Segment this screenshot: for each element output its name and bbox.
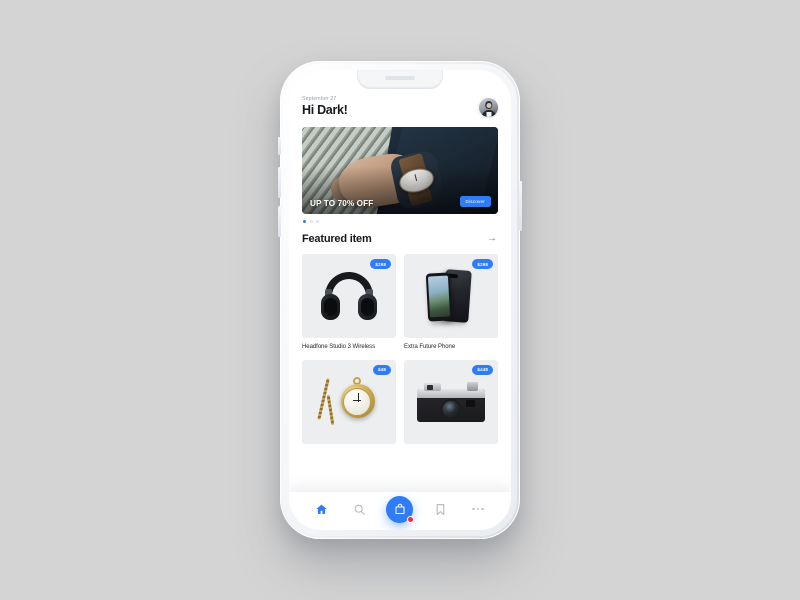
product-name: Headfone Studio 3 Wireless <box>302 344 376 351</box>
camera-lens-glass <box>445 402 457 414</box>
app-header: September 27 Hi Dark! <box>302 96 498 117</box>
pagination-dot-1[interactable] <box>303 220 306 224</box>
price-badge: $448 <box>472 364 493 375</box>
page-title: Featured item <box>302 233 372 246</box>
featured-grid: $298 Headfone Studio 3 Wireless $298 Ext… <box>302 254 498 449</box>
product-card-headphones[interactable]: $298 Headfone Studio 3 Wireless <box>302 254 396 352</box>
camera-viewfinder-glass <box>427 384 433 390</box>
product-thumbnail: $298 <box>404 254 498 339</box>
silent-switch[interactable] <box>278 137 281 155</box>
avatar[interactable] <box>479 98 498 117</box>
avatar-face <box>486 102 491 108</box>
banner-headline: UP TO 70% OFF <box>310 199 374 209</box>
headphone-pad-left <box>324 298 337 317</box>
phone-device-frame: September 27 Hi Dark! UP TO 70% OFF Disc… <box>278 61 522 539</box>
banner-pagination[interactable] <box>302 220 498 224</box>
volume-up-button[interactable] <box>278 167 281 198</box>
shopping-bag-icon <box>395 503 405 514</box>
watch-hand-hour <box>353 399 361 401</box>
device-notch <box>357 70 443 89</box>
header-date: September 27 <box>302 96 337 102</box>
pocket-watch-graphic <box>317 375 379 429</box>
power-button[interactable] <box>519 181 522 231</box>
app-root: September 27 Hi Dark! UP TO 70% OFF Disc… <box>289 70 511 530</box>
smartphone-graphic <box>422 267 480 325</box>
cart-notification-badge <box>407 515 415 523</box>
camera-graphic <box>417 380 485 424</box>
camera-shutter-dial <box>467 381 478 391</box>
avatar-shirt <box>486 112 491 117</box>
pagination-dot-2[interactable] <box>309 220 313 224</box>
discover-button[interactable]: Discover <box>459 196 491 208</box>
nav-item-cart[interactable] <box>386 495 415 523</box>
volume-down-button[interactable] <box>278 206 281 237</box>
product-card-phone[interactable]: $298 Extra Future Phone <box>404 254 498 352</box>
featured-section-header: Featured item → <box>302 233 498 245</box>
product-thumbnail: $448 <box>404 359 498 444</box>
header-text-group: September 27 Hi Dark! <box>302 96 348 117</box>
nav-item-home[interactable] <box>311 498 333 520</box>
product-card-pocket-watch[interactable]: $48 <box>302 359 396 449</box>
nav-item-saved[interactable] <box>429 498 451 520</box>
canvas-stage: September 27 Hi Dark! UP TO 70% OFF Disc… <box>0 0 800 600</box>
product-thumbnail: $48 <box>302 359 396 444</box>
nav-item-search[interactable] <box>349 498 371 520</box>
header-greeting: Hi Dark! <box>302 103 348 117</box>
watch-chain-lower <box>326 394 335 425</box>
more-dots-icon <box>472 507 484 511</box>
promo-banner[interactable]: UP TO 70% OFF Discover <box>302 127 498 215</box>
camera-side-window <box>466 399 475 407</box>
earpiece-speaker <box>385 76 415 80</box>
price-badge: $298 <box>370 259 391 270</box>
home-icon <box>316 504 328 514</box>
bottom-navigation-bar <box>289 492 511 530</box>
phone-screen-wallpaper <box>427 275 451 318</box>
arrow-right-icon[interactable]: → <box>487 234 498 244</box>
app-scroll-area[interactable]: September 27 Hi Dark! UP TO 70% OFF Disc… <box>289 70 511 492</box>
price-badge: $48 <box>373 364 391 375</box>
product-card-camera[interactable]: $448 <box>404 359 498 449</box>
headphones-graphic <box>321 268 377 324</box>
headphone-pad-right <box>361 298 374 317</box>
pagination-dot-3[interactable] <box>316 220 319 224</box>
price-badge: $298 <box>472 259 493 270</box>
product-thumbnail: $298 <box>302 254 396 339</box>
search-icon <box>354 504 366 515</box>
nav-item-more[interactable] <box>467 498 489 520</box>
bookmark-icon <box>436 503 445 515</box>
phone-screen: September 27 Hi Dark! UP TO 70% OFF Disc… <box>289 70 511 530</box>
product-name: Extra Future Phone <box>404 344 456 351</box>
